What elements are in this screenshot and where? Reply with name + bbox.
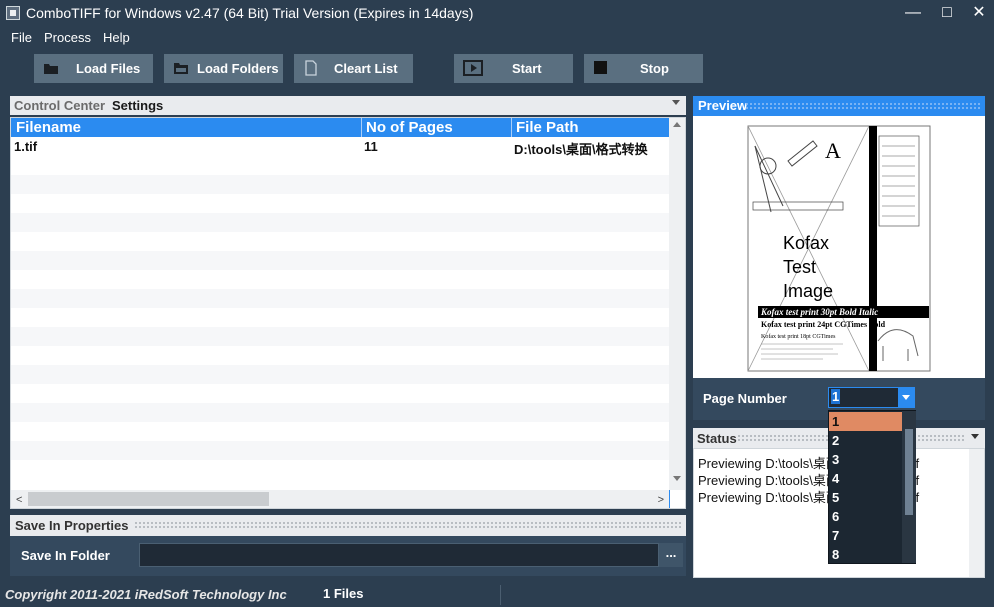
- preview-header: Preview: [693, 96, 985, 116]
- app-icon: [6, 6, 20, 20]
- page-number-value: 1: [831, 389, 841, 404]
- chevron-down-icon[interactable]: [898, 388, 914, 407]
- load-files-button[interactable]: Load Files: [34, 54, 153, 83]
- preview-line2: Test: [783, 257, 816, 277]
- preview-line3: Image: [783, 281, 833, 301]
- grid-horizontal-scrollbar[interactable]: < >: [11, 490, 669, 508]
- dropdown-option[interactable]: 4: [829, 469, 902, 488]
- clear-list-button[interactable]: Cleart List: [294, 54, 413, 83]
- empty-row: [11, 441, 669, 460]
- folder-icon: [44, 64, 58, 74]
- save-properties-header[interactable]: Save In Properties: [10, 515, 686, 536]
- save-folder-input[interactable]: [139, 543, 659, 567]
- clear-list-label: Cleart List: [334, 61, 398, 76]
- minimize-button[interactable]: —: [898, 2, 928, 24]
- menu-help[interactable]: Help: [103, 30, 130, 45]
- preview-title: Preview: [698, 98, 748, 113]
- dropdown-option[interactable]: 8: [829, 545, 902, 564]
- empty-row: [11, 365, 669, 384]
- page-number-dropdown: 1 2 3 4 5 6 7 8: [828, 410, 916, 564]
- save-folder-row: Save In Folder ...: [10, 536, 686, 576]
- grid-header: Filename No of Pages File Path: [11, 118, 671, 137]
- window-title: ComboTIFF for Windows v2.47 (64 Bit) Tri…: [26, 5, 474, 21]
- empty-row: [11, 213, 669, 232]
- tab-control-center[interactable]: Control Center: [14, 98, 105, 113]
- start-button[interactable]: Start: [454, 54, 573, 83]
- copyright-text: Copyright 2011-2021 iRedSoft Technology …: [5, 587, 287, 602]
- preview-letter: A: [825, 138, 841, 163]
- grip-dots: [745, 102, 981, 111]
- load-folders-button[interactable]: Load Folders: [164, 54, 283, 83]
- dropdown-option[interactable]: 1: [829, 412, 902, 431]
- scroll-up-icon[interactable]: [673, 122, 681, 127]
- document-icon: [305, 60, 317, 76]
- status-dropdown-icon[interactable]: [971, 434, 979, 439]
- dropdown-option[interactable]: 2: [829, 431, 902, 450]
- cell-filename: 1.tif: [14, 139, 38, 154]
- dropdown-option[interactable]: 5: [829, 488, 902, 507]
- preview-line1: Kofax: [783, 233, 829, 253]
- empty-row: [11, 251, 669, 270]
- tab-bar: Control Center Settings: [10, 96, 686, 115]
- save-folder-label: Save In Folder: [21, 548, 110, 563]
- maximize-button[interactable]: □: [932, 2, 962, 24]
- preview-print2: Kofax test print 24pt CGTimes Bold: [761, 320, 886, 329]
- load-files-label: Load Files: [76, 61, 141, 76]
- dropdown-option[interactable]: 7: [829, 526, 902, 545]
- menu-bar: File Process Help: [0, 26, 994, 48]
- grid-vertical-scrollbar[interactable]: [669, 118, 685, 490]
- stop-label: Stop: [640, 61, 669, 76]
- column-divider[interactable]: [511, 118, 512, 137]
- close-button[interactable]: ✕: [964, 2, 994, 24]
- table-row[interactable]: 1.tif 11 D:\tools\桌面\格式转换: [11, 137, 669, 157]
- status-scrollbar[interactable]: [969, 449, 984, 577]
- dropdown-scroll-thumb[interactable]: [905, 429, 913, 515]
- footer-divider: [500, 585, 501, 605]
- empty-row: [11, 289, 669, 308]
- page-number-label: Page Number: [703, 391, 787, 406]
- status-title: Status: [697, 431, 737, 446]
- menu-process[interactable]: Process: [44, 30, 91, 45]
- scroll-thumb[interactable]: [28, 492, 269, 506]
- preview-page-image: A Kofax Test Image Kofax test print 30pt…: [747, 125, 931, 372]
- empty-row: [11, 327, 669, 346]
- preview-print1: Kofax test print 30pt Bold Italic: [760, 307, 878, 317]
- file-count: 1 Files: [323, 586, 364, 601]
- column-filename[interactable]: Filename: [16, 119, 81, 136]
- empty-row: [11, 403, 669, 422]
- cell-pages: 11: [364, 139, 378, 154]
- preview-print3: Kofax test print 18pt CGTimes: [761, 333, 836, 340]
- file-list-grid: Filename No of Pages File Path 1.tif 11 …: [10, 117, 686, 509]
- start-label: Start: [512, 61, 542, 76]
- browse-button[interactable]: ...: [659, 543, 683, 567]
- dropdown-option[interactable]: 3: [829, 450, 902, 469]
- stop-icon: [594, 61, 607, 74]
- page-number-select[interactable]: 1: [828, 387, 915, 408]
- save-properties-title: Save In Properties: [15, 518, 129, 533]
- tab-settings[interactable]: Settings: [112, 98, 163, 113]
- scroll-down-icon[interactable]: [673, 476, 681, 481]
- cell-path: D:\tools\桌面\格式转换: [514, 142, 648, 157]
- scroll-right-icon[interactable]: >: [658, 494, 664, 506]
- menu-file[interactable]: File: [11, 30, 32, 45]
- footer-status-bar: Copyright 2011-2021 iRedSoft Technology …: [0, 583, 994, 607]
- column-pages[interactable]: No of Pages: [366, 119, 453, 136]
- dropdown-scrollbar[interactable]: [902, 411, 916, 563]
- column-divider[interactable]: [361, 118, 362, 137]
- empty-row: [11, 175, 669, 194]
- load-folders-label: Load Folders: [197, 61, 279, 76]
- stop-button[interactable]: Stop: [584, 54, 703, 83]
- column-path[interactable]: File Path: [516, 119, 579, 136]
- folders-icon: [174, 63, 188, 74]
- dropdown-option[interactable]: 6: [829, 507, 902, 526]
- title-bar: ComboTIFF for Windows v2.47 (64 Bit) Tri…: [0, 0, 994, 26]
- grip-dots: [134, 521, 682, 530]
- grid-corner: [669, 490, 685, 508]
- play-icon: [463, 60, 483, 76]
- preview-image-area: A Kofax Test Image Kofax test print 30pt…: [693, 116, 985, 378]
- scroll-left-icon[interactable]: <: [16, 494, 22, 506]
- tabs-dropdown-icon[interactable]: [672, 100, 680, 105]
